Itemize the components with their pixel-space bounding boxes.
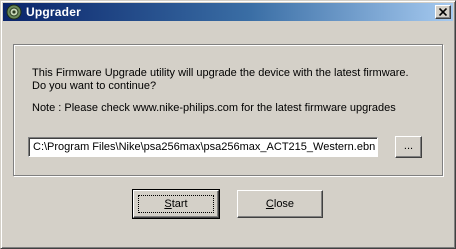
message-line-2: Do you want to continue?	[32, 80, 157, 92]
app-icon	[6, 4, 22, 20]
upgrader-window: Upgrader This Firmware Upgrade utility w…	[0, 0, 456, 249]
focus-rect	[138, 195, 214, 213]
close-icon	[439, 8, 447, 16]
firmware-note: Note : Please check www.nike-philips.com…	[32, 102, 396, 114]
start-button[interactable]: Start	[132, 189, 220, 219]
close-label: lose	[273, 198, 295, 210]
message-line-1: This Firmware Upgrade utility will upgra…	[32, 67, 409, 79]
browse-label: ...	[403, 140, 414, 152]
browse-button[interactable]: ...	[395, 136, 422, 158]
firmware-path-value: C:\Program Files\Nike\psa256max\psa256ma…	[33, 141, 376, 153]
window-close-button[interactable]	[435, 5, 451, 19]
title-bar[interactable]: Upgrader	[3, 3, 453, 21]
close-mnemonic: C	[265, 198, 274, 210]
window-title: Upgrader	[26, 5, 81, 19]
firmware-path-field[interactable]: C:\Program Files\Nike\psa256max\psa256ma…	[28, 137, 378, 157]
close-button[interactable]: Close	[237, 190, 323, 218]
